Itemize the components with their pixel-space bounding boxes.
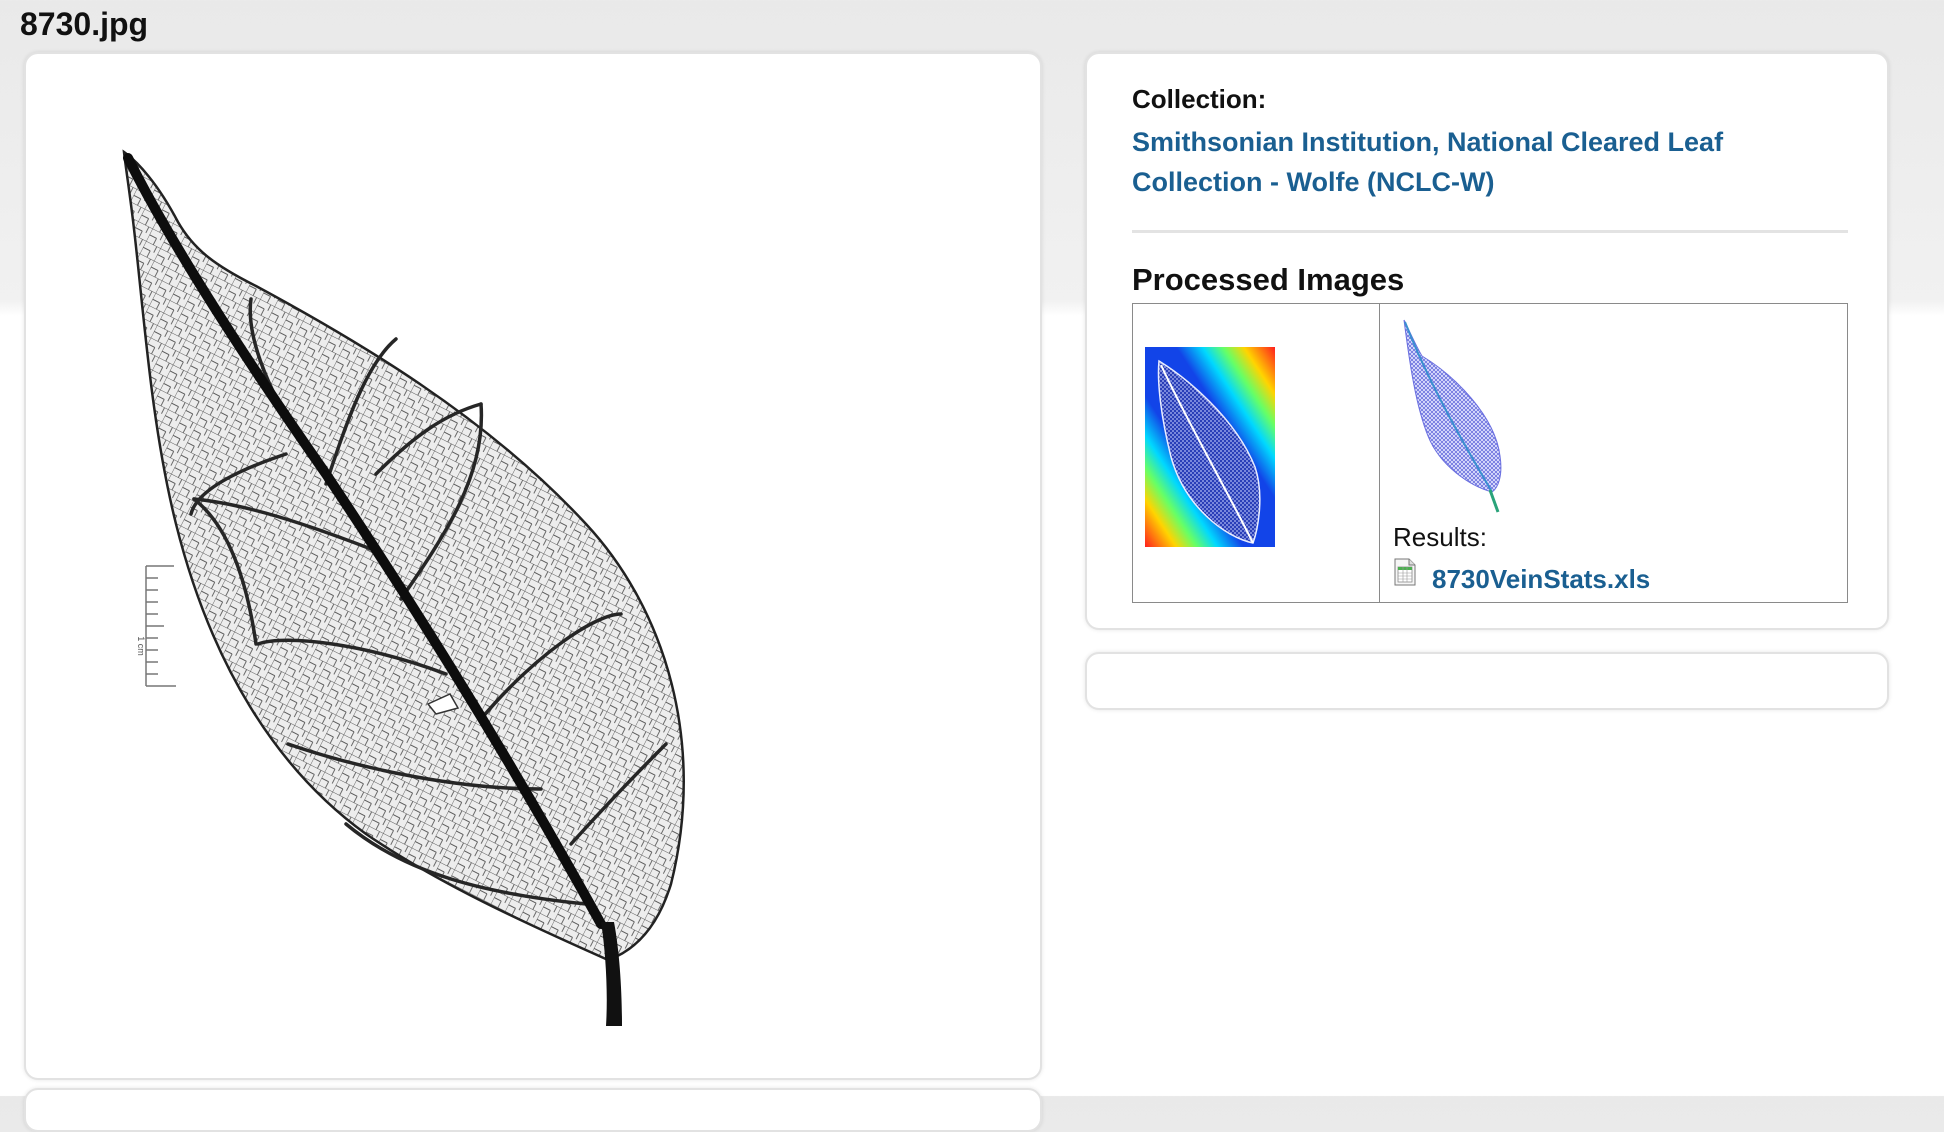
leaf-specimen-image[interactable]: 1 cm (26, 54, 1040, 1078)
info-panel: Collection: Smithsonian Institution, Nat… (1085, 52, 1889, 630)
processed-images-heading: Processed Images (1132, 262, 1405, 297)
processed-image-cell (1133, 304, 1380, 602)
results-label: Results: (1393, 522, 1487, 552)
results-file-link[interactable]: 8730VeinStats.xls (1432, 564, 1650, 595)
page-title: 8730.jpg (20, 6, 149, 42)
empty-panel (1085, 652, 1889, 710)
collection-label: Collection: (1132, 84, 1267, 114)
divider (1132, 230, 1848, 233)
heatmap-leaf-thumbnail[interactable] (1145, 347, 1275, 547)
blue-vein-leaf-thumbnail[interactable] (1400, 316, 1520, 516)
scale-bar (145, 565, 176, 687)
processed-images-table: Results: 8730VeinStats.xls (1132, 303, 1848, 603)
specimen-image-panel: 1 cm (24, 52, 1042, 1080)
vein-analysis-cell: Results: 8730VeinStats.xls (1380, 304, 1847, 602)
scale-label: 1 cm (136, 636, 146, 656)
spreadsheet-file-icon[interactable] (1394, 558, 1416, 586)
next-panel-edge (24, 1088, 1042, 1132)
collection-link[interactable]: Smithsonian Institution, National Cleare… (1132, 122, 1772, 202)
